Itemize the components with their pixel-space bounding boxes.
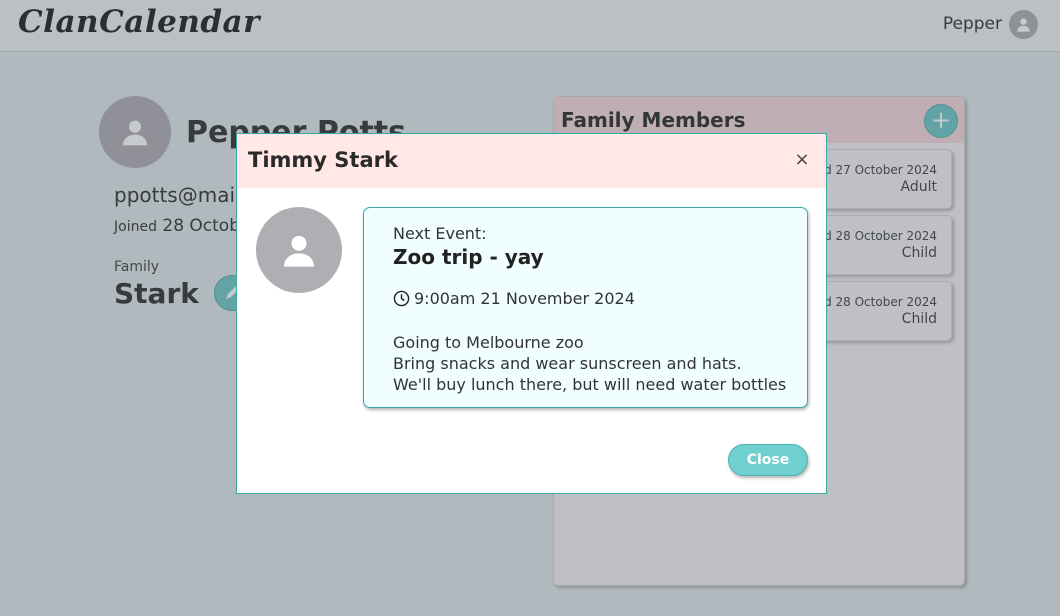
event-time: 9:00am 21 November 2024	[414, 289, 635, 308]
member-modal: Timmy Stark × Next Event: Zoo trip - yay…	[236, 133, 827, 494]
next-event-card: Next Event: Zoo trip - yay 9:00am 21 Nov…	[363, 207, 808, 408]
modal-header: Timmy Stark ×	[237, 134, 826, 188]
event-title: Zoo trip - yay	[393, 245, 544, 269]
close-button[interactable]: Close	[728, 444, 808, 476]
event-description: Going to Melbourne zoo Bring snacks and …	[393, 332, 786, 395]
event-time-row: 9:00am 21 November 2024	[393, 289, 635, 308]
event-desc-line: We'll buy lunch there, but will need wat…	[393, 375, 787, 394]
close-icon[interactable]: ×	[792, 150, 812, 170]
event-desc-line: Bring snacks and wear sunscreen and hats…	[393, 354, 742, 373]
clock-icon	[393, 290, 410, 307]
member-avatar	[256, 207, 342, 293]
person-icon	[284, 235, 314, 267]
event-desc-line: Going to Melbourne zoo	[393, 333, 584, 352]
event-label: Next Event:	[393, 224, 487, 243]
modal-title: Timmy Stark	[248, 148, 398, 172]
